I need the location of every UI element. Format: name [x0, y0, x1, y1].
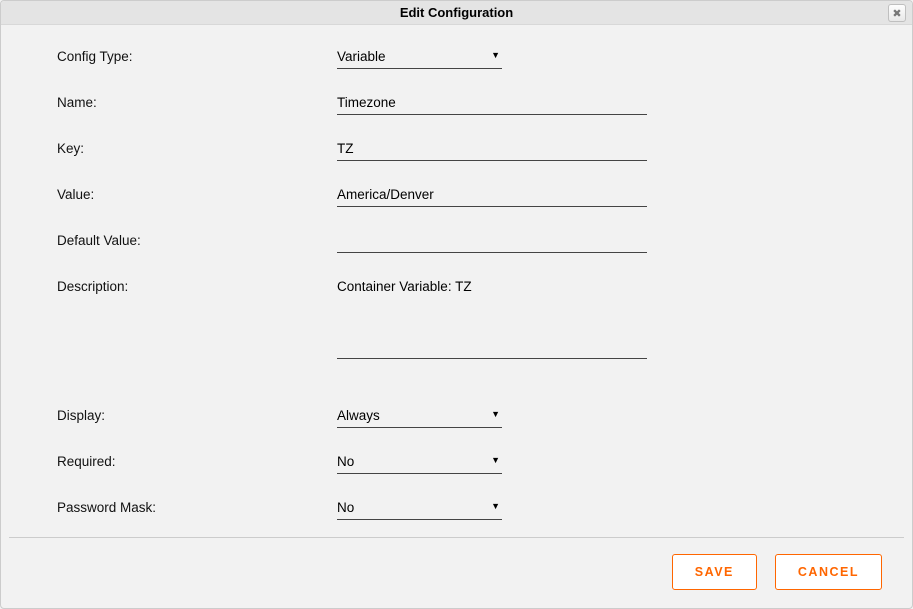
row-default-value: Default Value: — [57, 231, 862, 253]
row-config-type: Config Type: ▼ — [57, 47, 862, 69]
description-input[interactable] — [337, 277, 647, 359]
cancel-button[interactable]: CANCEL — [775, 554, 882, 590]
default-value-input[interactable] — [337, 231, 647, 253]
config-type-select[interactable]: ▼ — [337, 47, 502, 69]
row-value: Value: — [57, 185, 862, 207]
value-input[interactable] — [337, 185, 647, 207]
label-default-value: Default Value: — [57, 231, 337, 248]
label-password-mask: Password Mask: — [57, 498, 337, 515]
config-type-value[interactable] — [337, 47, 502, 69]
label-display: Display: — [57, 406, 337, 423]
required-value[interactable] — [337, 452, 502, 474]
label-name: Name: — [57, 93, 337, 110]
row-key: Key: — [57, 139, 862, 161]
dialog-title: Edit Configuration — [400, 5, 513, 20]
label-key: Key: — [57, 139, 337, 156]
dialog-titlebar: Edit Configuration ✖ — [1, 1, 912, 25]
display-value[interactable] — [337, 406, 502, 428]
label-config-type: Config Type: — [57, 47, 337, 64]
label-required: Required: — [57, 452, 337, 469]
row-display: Display: ▼ — [57, 406, 862, 428]
close-icon: ✖ — [892, 7, 901, 20]
key-input[interactable] — [337, 139, 647, 161]
row-name: Name: — [57, 93, 862, 115]
row-description: Description: — [57, 277, 862, 364]
edit-configuration-dialog: Edit Configuration ✖ Config Type: ▼ Name… — [0, 0, 913, 609]
name-input[interactable] — [337, 93, 647, 115]
button-bar: SAVE CANCEL — [1, 538, 912, 608]
row-required: Required: ▼ — [57, 452, 862, 474]
required-select[interactable]: ▼ — [337, 452, 502, 474]
password-mask-value[interactable] — [337, 498, 502, 520]
row-password-mask: Password Mask: ▼ — [57, 498, 862, 520]
form-area: Config Type: ▼ Name: Key: Value: — [1, 25, 912, 537]
label-value: Value: — [57, 185, 337, 202]
label-description: Description: — [57, 277, 337, 294]
close-button[interactable]: ✖ — [888, 4, 906, 22]
password-mask-select[interactable]: ▼ — [337, 498, 502, 520]
display-select[interactable]: ▼ — [337, 406, 502, 428]
save-button[interactable]: SAVE — [672, 554, 757, 590]
